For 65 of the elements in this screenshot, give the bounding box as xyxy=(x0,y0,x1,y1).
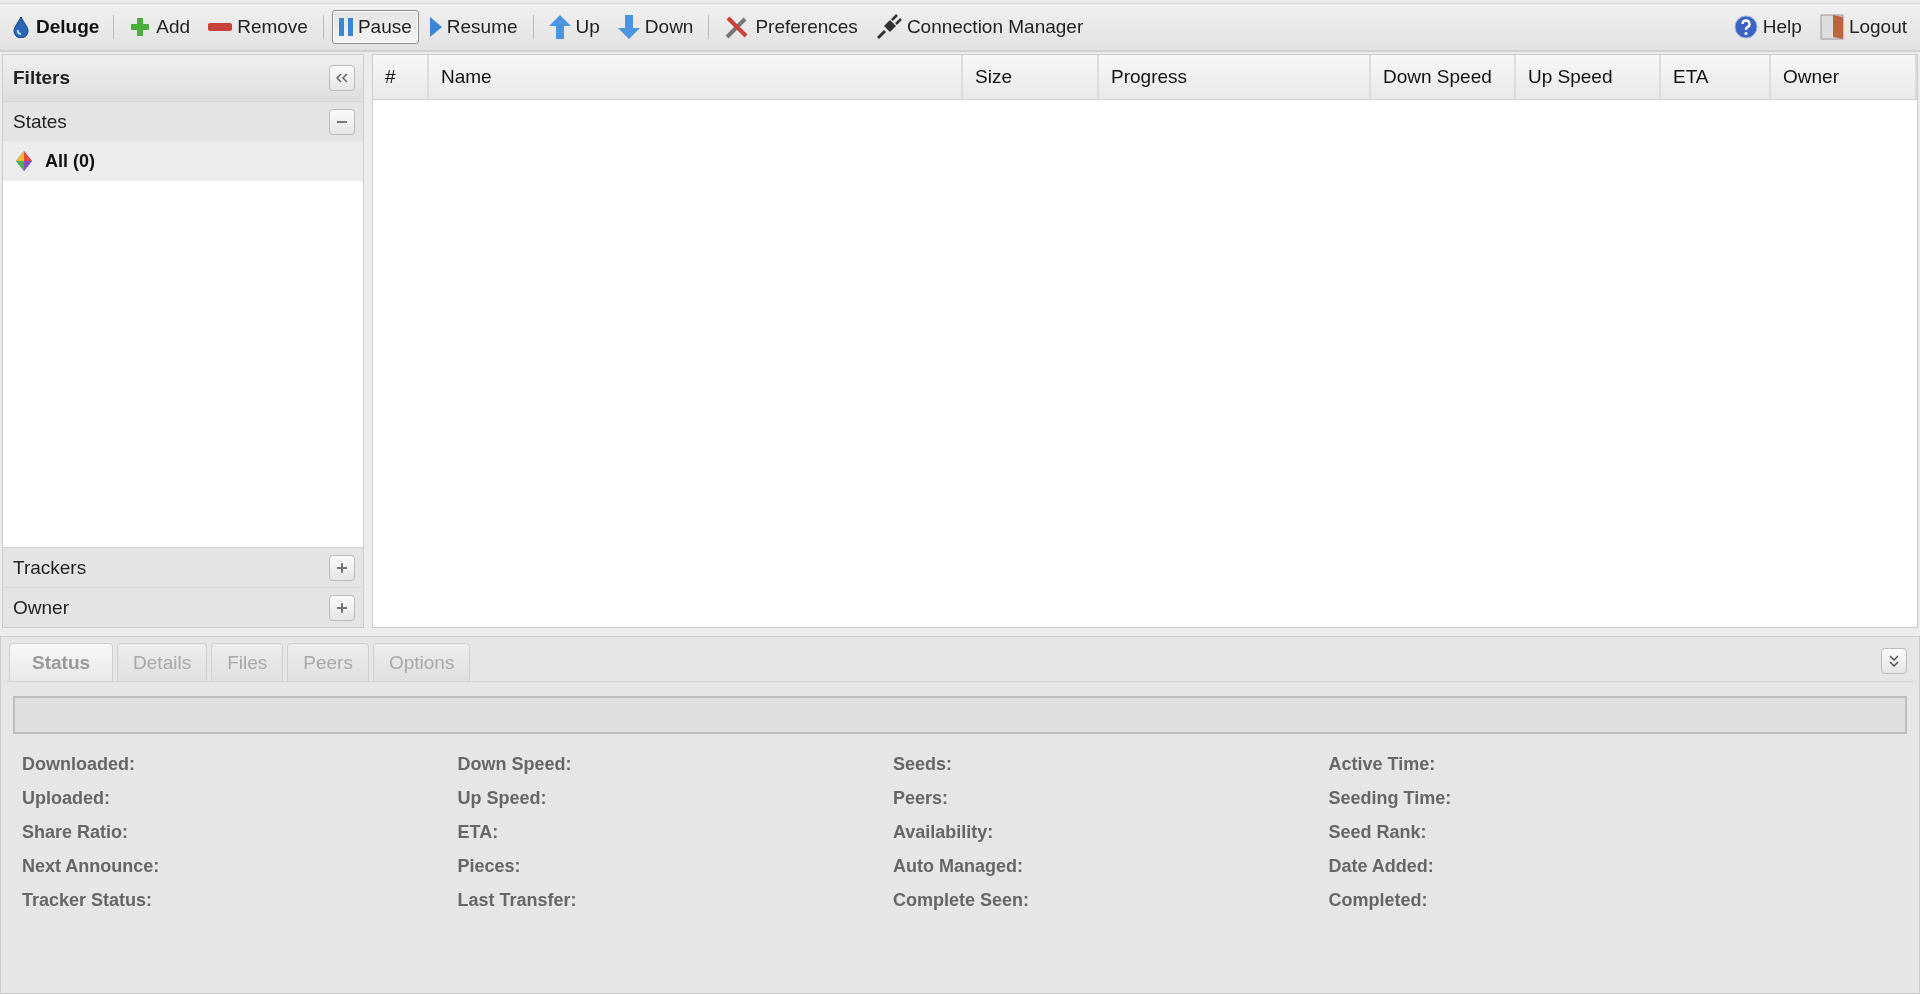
field-label: Active Time: xyxy=(1328,754,1437,776)
field-label: Next Announce: xyxy=(22,856,161,878)
up-arrow-icon xyxy=(548,15,571,39)
double-chevron-left-icon xyxy=(336,73,348,83)
field-label: Downloaded: xyxy=(22,754,136,776)
column-header[interactable]: Size xyxy=(963,55,1099,99)
water-drop-icon xyxy=(12,16,30,38)
expand-button[interactable] xyxy=(329,594,355,621)
field-label: Auto Managed: xyxy=(893,856,1024,878)
plus-icon xyxy=(337,602,347,613)
field-label: Share Ratio: xyxy=(22,822,130,844)
pause-icon xyxy=(338,18,353,36)
play-icon xyxy=(429,17,442,37)
minus-icon xyxy=(208,23,233,31)
field-label: Seeding Time: xyxy=(1328,788,1453,810)
column-header[interactable]: Down Speed xyxy=(1371,55,1516,99)
up-button[interactable]: Up xyxy=(541,9,607,45)
pause-button[interactable]: Pause xyxy=(331,10,419,44)
column-header[interactable]: Name xyxy=(429,55,963,99)
field-label: Down Speed: xyxy=(457,754,573,776)
connection-button[interactable]: Connection Manager xyxy=(868,8,1091,46)
field-label: Pieces: xyxy=(457,856,522,878)
field-label: Completed: xyxy=(1328,890,1429,912)
field-label: Peers: xyxy=(893,788,950,810)
section-title: States xyxy=(13,110,67,133)
field-label: Availability: xyxy=(893,822,995,844)
help-button[interactable]: Help xyxy=(1726,9,1809,45)
door-icon xyxy=(1819,14,1844,40)
double-chevron-down-icon xyxy=(1889,655,1899,667)
minus-icon xyxy=(337,120,347,123)
expand-button[interactable] xyxy=(329,554,355,581)
column-header[interactable]: # xyxy=(373,55,429,99)
plus-icon xyxy=(337,562,347,573)
field-label: Uploaded: xyxy=(22,788,111,810)
section-title: Trackers xyxy=(13,556,87,579)
field-label: Seeds: xyxy=(893,754,954,776)
down-arrow-icon xyxy=(617,15,640,39)
field-label: Last Transfer: xyxy=(457,890,578,912)
resume-button[interactable]: Resume xyxy=(422,10,525,44)
colored-diamond-icon xyxy=(15,150,33,172)
column-header[interactable]: Up Speed xyxy=(1516,55,1661,99)
collapse-button[interactable] xyxy=(329,108,355,135)
down-button[interactable]: Down xyxy=(610,9,701,45)
column-header[interactable]: Owner xyxy=(1771,55,1917,99)
help-icon xyxy=(1733,15,1758,39)
plus-icon xyxy=(129,16,152,38)
filter-item[interactable]: All (0) xyxy=(3,141,363,181)
field-label: Date Added: xyxy=(1328,856,1435,878)
field-label: Tracker Status: xyxy=(22,890,154,912)
field-label: Up Speed: xyxy=(457,788,548,810)
panel-title: Filters xyxy=(13,67,71,89)
logout-button[interactable]: Logout xyxy=(1812,8,1914,46)
column-header[interactable]: Progress xyxy=(1099,55,1371,99)
app-title: Deluge xyxy=(36,16,100,38)
preferences-button[interactable]: Preferences xyxy=(717,8,865,46)
field-label: Seed Rank: xyxy=(1328,822,1428,844)
add-button[interactable]: Add xyxy=(122,10,198,44)
column-header[interactable]: ETA xyxy=(1661,55,1771,99)
remove-button[interactable]: Remove xyxy=(201,10,315,44)
collapse-button[interactable] xyxy=(329,65,355,91)
collapse-button[interactable] xyxy=(1881,648,1907,674)
plug-icon xyxy=(875,14,902,40)
section-title: Owner xyxy=(13,596,69,619)
field-label: Complete Seen: xyxy=(893,890,1031,912)
field-label: ETA: xyxy=(457,822,500,844)
